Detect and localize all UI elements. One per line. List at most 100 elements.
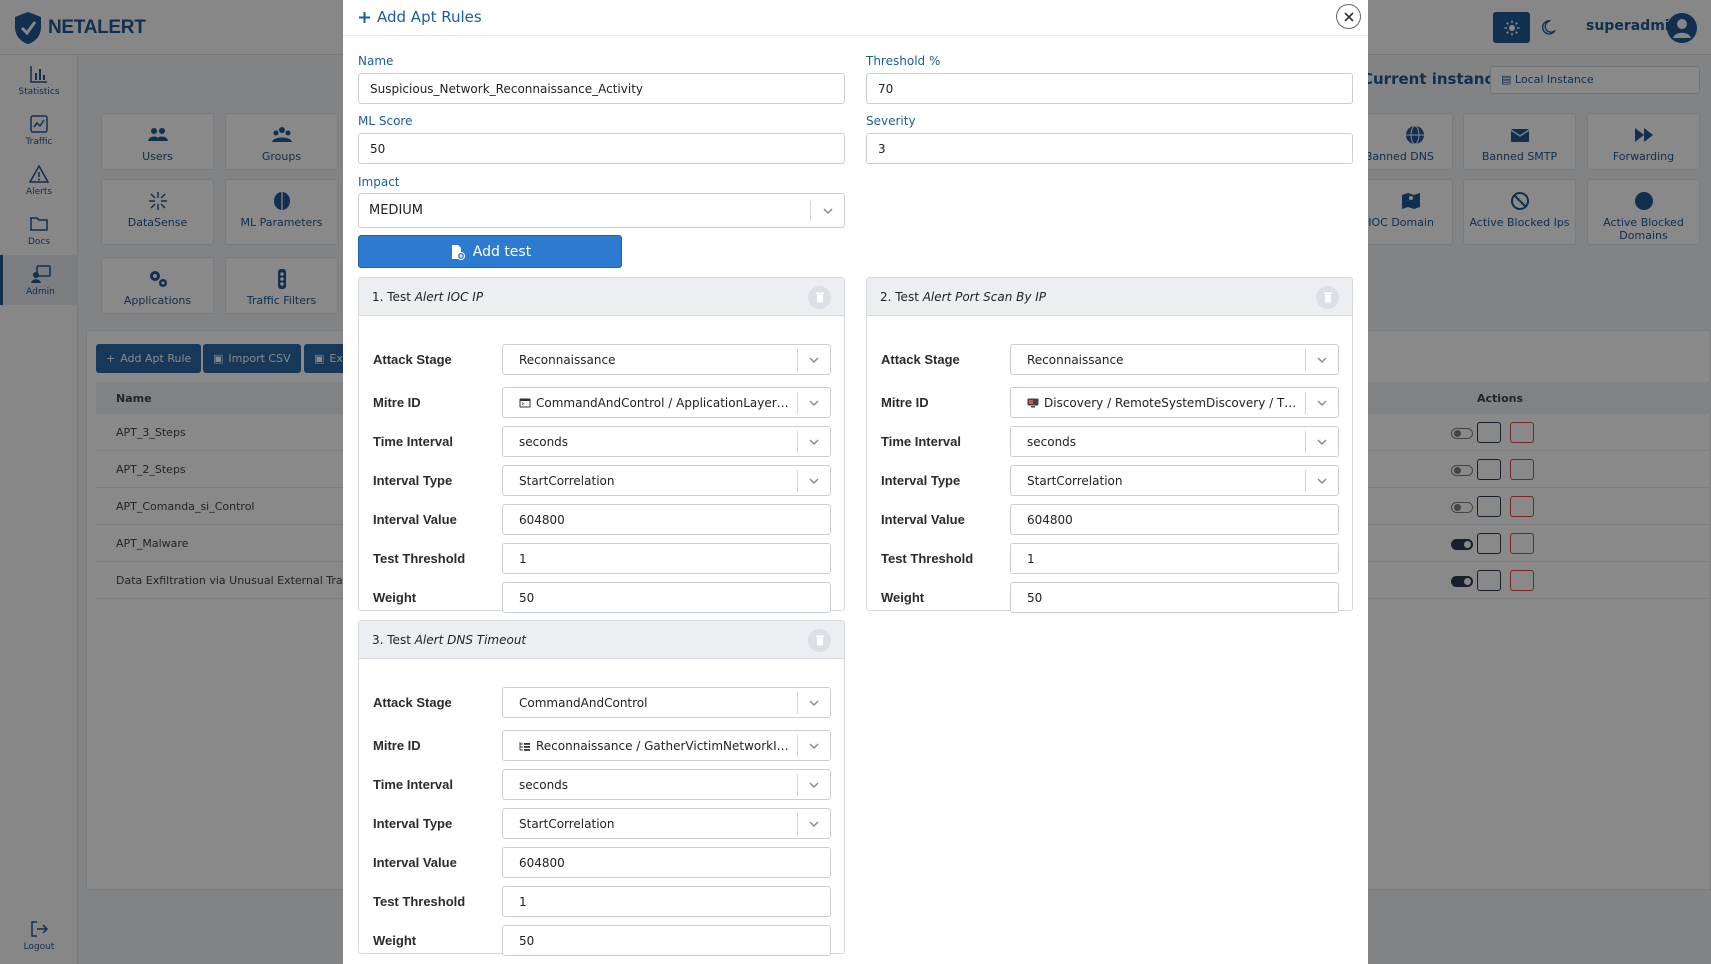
interval-value-input[interactable]: 604800 (502, 504, 831, 535)
field-value: 604800 (1027, 513, 1073, 527)
field-value: 50 (519, 591, 535, 605)
weight-input[interactable]: 50 (1010, 582, 1339, 613)
delete-test-button[interactable] (808, 286, 831, 309)
interval-value-input[interactable]: 604800 (1010, 504, 1339, 535)
interval-value-label: Interval Value (373, 855, 457, 870)
severity-input[interactable]: 3 (866, 133, 1353, 164)
test-name: Alert DNS Timeout (414, 633, 527, 647)
time-interval-select[interactable]: seconds (502, 426, 831, 457)
select-separator (1305, 392, 1306, 414)
impact-value: MEDIUM (369, 203, 424, 218)
trash-icon (1323, 292, 1332, 303)
interval-value-input[interactable]: 604800 (502, 847, 831, 878)
test-card-header: 3. Test Alert DNS Timeout (359, 621, 844, 659)
select-separator (797, 431, 798, 453)
chevron-down-icon (809, 478, 819, 484)
delete-test-button[interactable] (1316, 286, 1339, 309)
add-test-button[interactable]: Add test (358, 235, 622, 268)
interval-type-label: Interval Type (373, 816, 453, 831)
threshold-label: Threshold % (866, 54, 941, 68)
chevron-down-icon (1317, 400, 1327, 406)
field-value: 1 (519, 895, 527, 909)
test-prefix: 1. Test (372, 290, 415, 304)
field-value: 1 (1027, 552, 1035, 566)
field-value: Reconnaissance / GatherVictimNetworkInf.… (536, 739, 800, 753)
file-plus-icon (451, 244, 465, 260)
chevron-down-icon (809, 743, 819, 749)
impact-select[interactable]: MEDIUM (358, 193, 845, 228)
modal-title: Add Apt Rules (358, 8, 482, 26)
select-separator (797, 392, 798, 414)
chevron-down-icon (823, 208, 833, 214)
interval-type-select[interactable]: StartCorrelation (1010, 465, 1339, 496)
select-separator (797, 813, 798, 835)
field-value: 1 (519, 552, 527, 566)
field-value: StartCorrelation (1027, 474, 1123, 488)
select-separator (1305, 470, 1306, 492)
time-interval-select[interactable]: seconds (502, 769, 831, 800)
trash-icon (815, 292, 824, 303)
add-apt-rules-modal: Add Apt Rules Name Suspicious_Network_Re… (343, 0, 1368, 964)
field-value: 50 (519, 934, 535, 948)
test-threshold-input[interactable]: 1 (502, 886, 831, 917)
ml-score-label: ML Score (358, 114, 413, 128)
close-button[interactable] (1336, 4, 1361, 29)
select-separator (797, 774, 798, 796)
trash-icon (815, 635, 824, 646)
time-interval-label: Time Interval (373, 434, 453, 449)
test-card: 3. Test Alert DNS Timeout Attack Stage Com… (358, 620, 845, 956)
field-value: Reconnaissance (519, 353, 616, 367)
weight-input[interactable]: 50 (502, 582, 831, 613)
interval-type-select[interactable]: StartCorrelation (502, 465, 831, 496)
terminal-icon (519, 396, 536, 410)
mitre-id-label: Mitre ID (373, 738, 421, 753)
select-separator (797, 735, 798, 757)
field-value: CommandAndControl (519, 696, 648, 710)
attack-stage-label: Attack Stage (373, 352, 452, 367)
field-value: seconds (1027, 435, 1077, 449)
attack-stage-select[interactable]: CommandAndControl (502, 687, 831, 718)
interval-value-label: Interval Value (881, 512, 965, 527)
mitre-id-label: Mitre ID (881, 395, 929, 410)
attack-stage-select[interactable]: Reconnaissance (1010, 344, 1339, 375)
name-input[interactable]: Suspicious_Network_Reconnaissance_Activi… (358, 73, 845, 104)
chevron-down-icon (809, 400, 819, 406)
chevron-down-icon (809, 700, 819, 706)
mitre-id-select[interactable]: CommandAndControl / ApplicationLayerPr..… (502, 387, 831, 418)
threshold-input[interactable]: 70 (866, 73, 1353, 104)
test-card-header: 1. Test Alert IOC IP (359, 278, 844, 316)
mitre-id-label: Mitre ID (373, 395, 421, 410)
modal-header: Add Apt Rules (343, 0, 1368, 36)
interval-type-select[interactable]: StartCorrelation (502, 808, 831, 839)
time-interval-label: Time Interval (881, 434, 961, 449)
field-value: seconds (519, 435, 569, 449)
test-card: 1. Test Alert IOC IP Attack Stage Reconnai… (358, 277, 845, 613)
test-threshold-label: Test Threshold (881, 551, 974, 566)
mitre-id-select[interactable]: Reconnaissance / GatherVictimNetworkInf.… (502, 730, 831, 761)
select-separator (810, 201, 811, 221)
select-separator (797, 470, 798, 492)
test-threshold-input[interactable]: 1 (502, 543, 831, 574)
chevron-down-icon (809, 821, 819, 827)
chevron-down-icon (1317, 439, 1327, 445)
delete-test-button[interactable] (808, 629, 831, 652)
attack-stage-select[interactable]: Reconnaissance (502, 344, 831, 375)
select-separator (797, 692, 798, 714)
test-name: Alert Port Scan By IP (922, 290, 1047, 304)
select-separator (1305, 349, 1306, 371)
time-interval-label: Time Interval (373, 777, 453, 792)
weight-input[interactable]: 50 (502, 925, 831, 956)
weight-label: Weight (373, 590, 417, 605)
test-threshold-input[interactable]: 1 (1010, 543, 1339, 574)
chevron-down-icon (1317, 357, 1327, 363)
chevron-down-icon (809, 439, 819, 445)
test-card-title: 1. Test Alert IOC IP (372, 290, 483, 304)
tree-icon (519, 739, 536, 753)
time-interval-select[interactable]: seconds (1010, 426, 1339, 457)
ml-score-input[interactable]: 50 (358, 133, 845, 164)
close-icon (1343, 11, 1354, 22)
mitre-id-select[interactable]: Discovery / RemoteSystemDiscovery / T10.… (1010, 387, 1339, 418)
interval-type-label: Interval Type (373, 473, 453, 488)
weight-label: Weight (881, 590, 925, 605)
weight-label: Weight (373, 933, 417, 948)
